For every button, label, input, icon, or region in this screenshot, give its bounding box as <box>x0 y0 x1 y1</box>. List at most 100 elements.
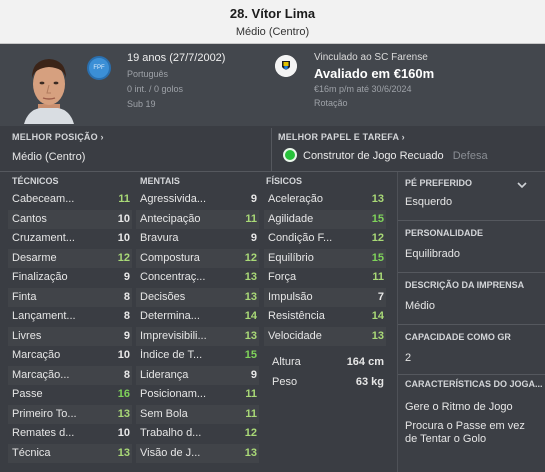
mental-heading: MENTAIS <box>140 176 180 186</box>
attribute-name: Índice de T... <box>140 349 203 361</box>
attribute-value: 11 <box>245 388 257 400</box>
nationality[interactable]: Português <box>127 67 225 82</box>
technical-attribute[interactable]: Cantos 10 <box>12 210 130 230</box>
age-line: 19 anos (27/7/2002) <box>127 52 226 64</box>
technical-attribute[interactable]: Remates d... 10 <box>12 424 130 444</box>
attribute-name: Cruzament... <box>12 232 75 244</box>
attribute-name: Cantos <box>12 212 47 225</box>
attribute-value: 15 <box>371 212 384 225</box>
weight-label: Peso <box>272 376 298 388</box>
technical-attribute[interactable]: Cruzament... 10 <box>12 229 130 249</box>
physical-attribute[interactable]: Resistência 14 <box>268 307 384 327</box>
best-position-value: Médio (Centro) <box>12 151 86 163</box>
best-position[interactable]: MELHOR POSIÇÃO › Médio (Centro) <box>12 126 262 172</box>
technical-attribute[interactable]: Marcação 10 <box>12 346 130 366</box>
mental-attribute[interactable]: Trabalho d... 12 <box>140 424 257 444</box>
best-position-heading[interactable]: MELHOR POSIÇÃO › <box>12 132 104 142</box>
technical-attribute[interactable]: Desarme 12 <box>12 249 130 269</box>
federation-flag-icon[interactable]: FPF <box>87 56 111 80</box>
physical-attribute[interactable]: Impulsão 7 <box>268 288 384 308</box>
attribute-name: Técnica <box>12 446 51 459</box>
height-row: Altura 164 cm <box>272 356 384 368</box>
preferred-foot-value: Esquerdo <box>405 196 453 208</box>
mental-attribute[interactable]: Antecipação 11 <box>140 210 257 230</box>
attribute-name: Velocidade <box>268 329 322 342</box>
attribute-name: Imprevisibili... <box>140 329 207 342</box>
technical-attribute[interactable]: Marcação... 8 <box>12 366 130 386</box>
attribute-name: Posicionam... <box>140 388 207 400</box>
trait-item: Procura o Passe em vez de Tentar o Golo <box>405 420 525 445</box>
mental-attribute[interactable]: Bravura 9 <box>140 229 257 249</box>
physical-attribute[interactable]: Equilíbrio 15 <box>268 249 384 269</box>
media-description-value: Médio <box>405 300 435 312</box>
attribute-name: Aceleração <box>268 193 324 205</box>
technical-attribute[interactable]: Técnica 13 <box>12 444 130 464</box>
mental-attribute[interactable]: Imprevisibili... 13 <box>140 327 257 347</box>
player-value: Avaliado em €160m <box>314 66 435 81</box>
physical-attribute[interactable]: Aceleração 13 <box>268 190 384 210</box>
attribute-name: Trabalho d... <box>140 427 202 439</box>
attribute-value: 15 <box>371 251 384 264</box>
attribute-name: Marcação <box>12 349 61 361</box>
attribute-name: Finalização <box>12 271 68 283</box>
technical-attribute[interactable]: Finalização 9 <box>12 268 130 288</box>
mental-attribute[interactable]: Determina... 14 <box>140 307 257 327</box>
wage-line: €16m p/m até 30/6/2024 <box>314 84 412 94</box>
profile-header: FPF 19 anos (27/7/2002) Português 0 int.… <box>0 44 545 126</box>
physical-attribute[interactable]: Condição F... 12 <box>268 229 384 249</box>
mental-attribute[interactable]: Índice de T... 15 <box>140 346 257 366</box>
attribute-value: 9 <box>250 232 257 244</box>
contract-line[interactable]: Vinculado ao SC Farense <box>314 52 434 63</box>
attribute-name: Resistência <box>268 310 325 322</box>
attribute-value: 11 <box>245 212 257 225</box>
mental-attribute[interactable]: Concentraç... 13 <box>140 268 257 288</box>
attribute-value: 8 <box>123 310 130 322</box>
attribute-value: 9 <box>123 271 130 283</box>
mental-attribute[interactable]: Liderança 9 <box>140 366 257 386</box>
trait-item: Gere o Ritmo de Jogo <box>405 401 513 413</box>
mental-attribute[interactable]: Visão de J... 13 <box>140 444 257 464</box>
attribute-value: 12 <box>244 427 257 439</box>
contract-info: Vinculado ao SC Farense Avaliado em €160… <box>314 52 434 110</box>
mental-attribute[interactable]: Sem Bola 11 <box>140 405 257 425</box>
attribute-value: 13 <box>244 329 257 342</box>
attribute-value: 16 <box>117 388 130 400</box>
attribute-name: Passe <box>12 388 43 400</box>
technical-attribute[interactable]: Lançament... 8 <box>12 307 130 327</box>
attribute-value: 9 <box>250 368 257 381</box>
chevron-down-icon[interactable] <box>517 180 527 190</box>
mental-attribute[interactable]: Decisões 13 <box>140 288 257 308</box>
technical-attribute[interactable]: Cabeceam... 11 <box>12 190 130 210</box>
attribute-name: Finta <box>12 290 37 303</box>
attribute-name: Lançament... <box>12 310 76 322</box>
mental-attribute[interactable]: Compostura 12 <box>140 249 257 269</box>
best-role[interactable]: MELHOR PAPEL E TAREFA › Construtor de Jo… <box>278 126 538 172</box>
role-suitability-icon <box>283 148 297 162</box>
attribute-value: 11 <box>372 271 384 283</box>
squad-status: Rotação <box>314 98 348 108</box>
best-position-role-strip: MELHOR POSIÇÃO › Médio (Centro) MELHOR P… <box>0 126 545 172</box>
mental-attribute[interactable]: Agressivida... 9 <box>140 190 257 210</box>
attribute-name: Compostura <box>140 251 200 264</box>
technical-attribute[interactable]: Livres 9 <box>12 327 130 347</box>
technical-attribute[interactable]: Passe 16 <box>12 385 130 405</box>
attribute-value: 12 <box>371 232 384 244</box>
best-role-heading[interactable]: MELHOR PAPEL E TAREFA › <box>278 132 405 142</box>
mental-attribute[interactable]: Posicionam... 11 <box>140 385 257 405</box>
technical-attribute[interactable]: Primeiro To... 13 <box>12 405 130 425</box>
technical-attribute[interactable]: Finta 8 <box>12 288 130 308</box>
attribute-name: Condição F... <box>268 232 333 244</box>
physical-attribute[interactable]: Velocidade 13 <box>268 327 384 347</box>
attribute-value: 10 <box>117 349 130 361</box>
physical-attribute[interactable]: Força 11 <box>268 268 384 288</box>
attribute-name: Força <box>268 271 297 283</box>
attribute-value: 15 <box>244 349 257 361</box>
personality-heading: PERSONALIDADE <box>405 228 484 238</box>
side-panel: PÉ PREFERIDO Esquerdo PERSONALIDADE Equi… <box>397 172 545 472</box>
club-badge-icon[interactable] <box>275 55 297 77</box>
attribute-name: Agressivida... <box>140 193 207 205</box>
physical-attribute[interactable]: Agilidade 15 <box>268 210 384 230</box>
attribute-value: 10 <box>117 212 130 225</box>
player-avatar <box>24 59 74 124</box>
media-description-heading: DESCRIÇÃO DA IMPRENSA <box>405 280 525 290</box>
